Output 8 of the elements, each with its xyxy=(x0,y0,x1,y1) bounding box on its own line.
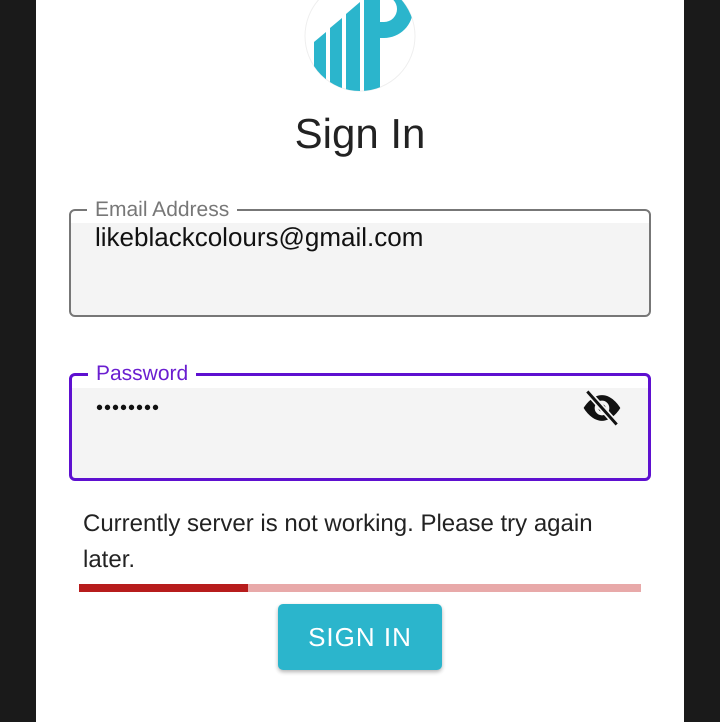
field-value: •••••••• xyxy=(96,396,162,420)
field-label: Password xyxy=(95,362,190,386)
field-value: likeblackcolours@gmail.com xyxy=(95,222,424,253)
error-message: Currently server is not working. Please try again later. xyxy=(82,509,594,575)
field-label: Email Address xyxy=(94,198,230,222)
email-field[interactable]: Email Address likeblackcolours@gmail.com xyxy=(69,198,651,317)
password-field[interactable]: Password •••••••• xyxy=(69,362,651,481)
sign-in-title: Sign In xyxy=(294,110,426,158)
